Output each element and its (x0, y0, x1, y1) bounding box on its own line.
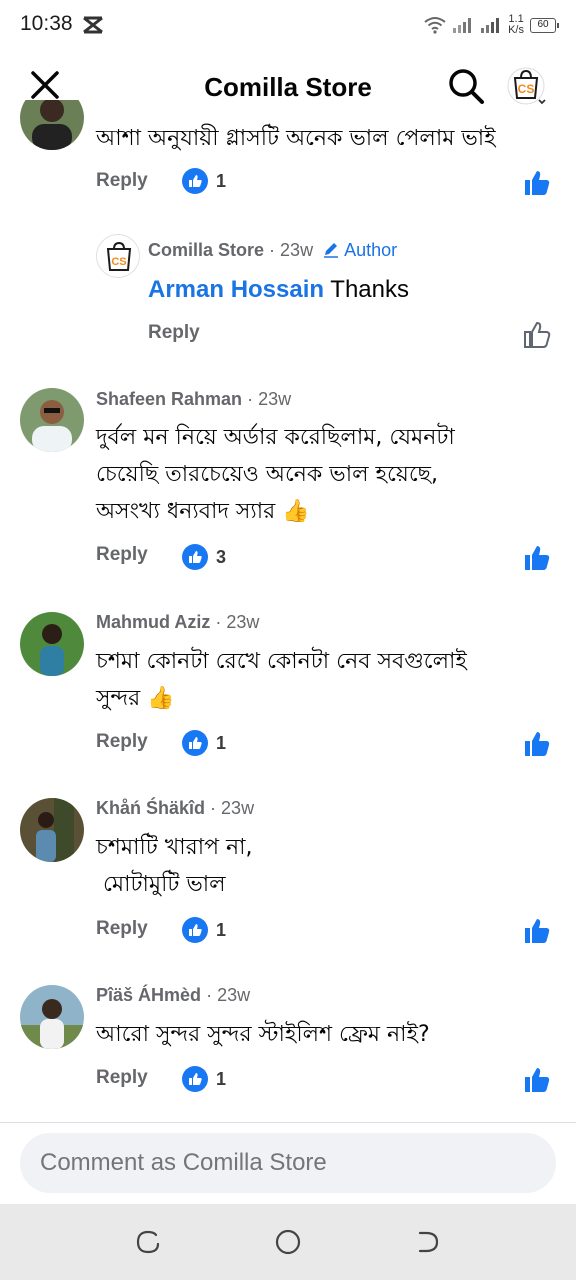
like-count: 1 (216, 919, 227, 940)
avatar[interactable] (20, 798, 84, 862)
reply-button[interactable]: Reply (96, 918, 148, 940)
commenter-name[interactable]: Comilla Store (148, 240, 264, 260)
signal-icon-2 (481, 18, 500, 33)
like-reaction-icon (182, 1066, 208, 1092)
page-title: Comilla Store (204, 72, 372, 102)
svg-text:CS: CS (111, 256, 126, 268)
system-navigation-bar (0, 1204, 576, 1280)
comment-line: মোটামুটি ভাল (96, 872, 226, 897)
commenter-name[interactable]: Shafeen Rahman (96, 389, 242, 409)
battery-icon: 60 (530, 17, 559, 33)
commenter-name[interactable]: Khåń Śhäkîd (96, 798, 205, 818)
separator-dot: · (206, 985, 218, 1005)
author-badge: Author (344, 240, 398, 260)
reaction-summary[interactable]: 1 (182, 168, 226, 194)
battery-level: 60 (537, 18, 549, 30)
comment-time[interactable]: 23w (226, 612, 259, 632)
comment-list[interactable]: আশা অনুযায়ী গ্লাসটি অনেক ভাল পেলাম ভাই … (0, 100, 576, 1122)
back-icon[interactable] (412, 1226, 444, 1258)
wifi-icon (424, 17, 446, 34)
comment-line: অসংখ্য ধন্যবাদ স্যার 👍 (96, 499, 310, 524)
reply-button[interactable]: Reply (96, 544, 148, 566)
comment-header: Mahmud Aziz · 23w (96, 612, 259, 633)
like-button-icon[interactable] (522, 1065, 552, 1095)
mention-link[interactable]: Arman Hossain (148, 276, 324, 303)
comment-composer (0, 1122, 576, 1204)
comment-text: আরো সুন্দর সুন্দর স্টাইলিশ ফ্রেম নাই? (96, 1016, 430, 1053)
avatar[interactable] (20, 388, 84, 452)
network-speed: 1.1 K/s (508, 14, 524, 36)
recent-apps-icon[interactable] (132, 1226, 164, 1258)
separator-dot: · (215, 612, 227, 632)
separator-dot: · (269, 240, 281, 260)
like-reaction-icon (182, 544, 208, 570)
comment-text-content: Thanks (330, 276, 409, 303)
speed-unit: K/s (508, 24, 524, 36)
reply-button[interactable]: Reply (148, 322, 200, 344)
comment-header: Shafeen Rahman · 23w (96, 389, 291, 410)
notification-icon (83, 16, 103, 34)
signal-icon (453, 18, 472, 33)
comment-header: Comilla Store · 23w Author (148, 240, 397, 261)
comment-line: চশমা কোনটা রেখে কোনটা নেব সবগুলোই (96, 649, 467, 674)
like-reaction-icon (182, 917, 208, 943)
comment-time[interactable]: 23w (280, 240, 313, 260)
separator-dot: · (210, 798, 222, 818)
avatar[interactable] (20, 100, 84, 150)
like-button-icon[interactable] (522, 916, 552, 946)
like-reaction-icon (182, 168, 208, 194)
comment-text: Arman Hossain Thanks (148, 271, 409, 308)
reply-button[interactable]: Reply (96, 1067, 148, 1089)
like-count: 1 (216, 1068, 227, 1089)
status-time: 10:38 (20, 12, 73, 35)
comment-header: Khåń Śhäkîd · 23w (96, 798, 254, 819)
like-button-icon[interactable] (522, 543, 552, 573)
page-avatar[interactable]: CS (96, 234, 140, 278)
svg-text:CS: CS (518, 82, 535, 96)
pencil-icon (324, 243, 339, 258)
like-button-icon[interactable] (522, 320, 552, 350)
comment-text: চশমাটি খারাপ না, মোটামুটি ভাল (96, 829, 253, 903)
comment-input[interactable] (20, 1133, 556, 1193)
reply-button[interactable]: Reply (96, 731, 148, 753)
commenter-name[interactable]: Pîäš ÁHmèd (96, 985, 201, 1005)
reaction-summary[interactable]: 1 (182, 1066, 226, 1092)
comment-text: চশমা কোনটা রেখে কোনটা নেব সবগুলোই সুন্দর… (96, 643, 467, 717)
comment-line: আরো সুন্দর সুন্দর স্টাইলিশ ফ্রেম নাই? (96, 1022, 430, 1047)
comment-text: দুর্বল মন নিয়ে অর্ডার করেছিলাম, যেমনটা … (96, 419, 455, 530)
commenter-name[interactable]: Mahmud Aziz (96, 612, 210, 632)
comment-time[interactable]: 23w (217, 985, 250, 1005)
comment-time[interactable]: 23w (258, 389, 291, 409)
comment-line: চেয়েছি তারচেয়েও অনেক ভাল হয়েছে, (96, 462, 438, 487)
like-count: 1 (216, 732, 227, 753)
like-count: 1 (216, 170, 227, 191)
comment-line: চশমাটি খারাপ না, (96, 835, 253, 860)
reply-button[interactable]: Reply (96, 170, 148, 192)
like-button-icon[interactable] (522, 168, 552, 198)
comment-text: আশা অনুযায়ী গ্লাসটি অনেক ভাল পেলাম ভাই (96, 126, 496, 151)
comment-line: সুন্দর 👍 (96, 686, 175, 711)
reaction-summary[interactable]: 3 (182, 544, 226, 570)
comment-header: Pîäš ÁHmèd · 23w (96, 985, 250, 1006)
status-indicators: 1.1 K/s 60 (424, 14, 559, 36)
reaction-summary[interactable]: 1 (182, 730, 226, 756)
comment-line: দুর্বল মন নিয়ে অর্ডার করেছিলাম, যেমনটা (96, 425, 455, 450)
like-count: 3 (216, 546, 227, 567)
reaction-summary[interactable]: 1 (182, 917, 226, 943)
status-bar: 10:38 1.1 K/s 60 (0, 0, 576, 52)
like-button-icon[interactable] (522, 729, 552, 759)
avatar[interactable] (20, 985, 84, 1049)
home-icon[interactable] (272, 1226, 304, 1258)
avatar[interactable] (20, 612, 84, 676)
comment-time[interactable]: 23w (221, 798, 254, 818)
like-reaction-icon (182, 730, 208, 756)
separator-dot: · (247, 389, 259, 409)
